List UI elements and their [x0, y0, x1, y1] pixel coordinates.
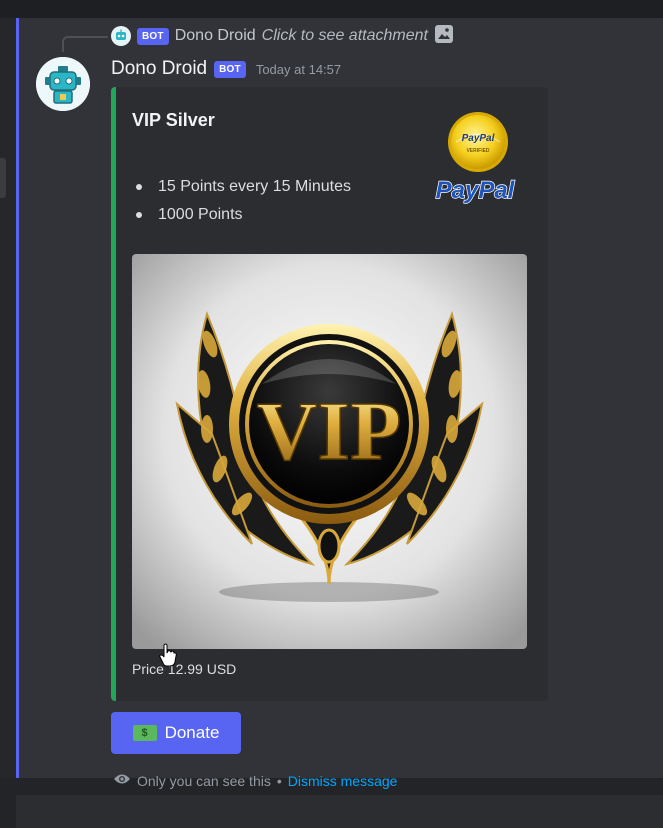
- embed-card: VIP Silver 15 Points every 15 Minutes 10…: [111, 87, 548, 701]
- embed-image[interactable]: VIP: [132, 254, 527, 649]
- embed-thumbnail[interactable]: PayPal VERIFIED PayPal: [415, 109, 535, 209]
- reply-text[interactable]: Click to see attachment: [262, 27, 428, 45]
- message-bot-tag: BOT: [214, 60, 246, 78]
- money-icon: $: [132, 725, 157, 741]
- paypal-logo: PayPal: [436, 177, 516, 204]
- embed-footer: Price 12.99 USD: [132, 661, 237, 677]
- composer-edge: [16, 795, 663, 828]
- ephemeral-text: Only you can see this: [137, 772, 271, 789]
- reply-bot-tag: BOT: [137, 27, 169, 45]
- top-bar: [0, 0, 663, 18]
- image-icon[interactable]: [434, 24, 454, 49]
- hand-cursor-icon: [159, 643, 177, 667]
- reply-avatar[interactable]: [111, 26, 131, 46]
- reply-connector: [62, 36, 108, 52]
- message-timestamp[interactable]: Today at 14:57: [256, 62, 341, 77]
- message-username[interactable]: Dono Droid: [111, 58, 207, 80]
- eye-icon: [113, 772, 131, 789]
- embed-list: 15 Points every 15 Minutes 1000 Points: [136, 177, 351, 233]
- ephemeral-note: Only you can see this • Dismiss message: [113, 772, 397, 789]
- list-item: 1000 Points: [136, 205, 351, 233]
- seal-text: PayPal: [462, 133, 495, 144]
- list-item: 15 Points every 15 Minutes: [136, 177, 351, 205]
- left-strip: [0, 18, 16, 778]
- vip-emblem-text: VIP: [257, 385, 402, 478]
- reply-username[interactable]: Dono Droid: [175, 27, 256, 45]
- donate-label: Donate: [164, 723, 220, 742]
- donate-button[interactable]: $ Donate: [111, 712, 241, 754]
- robot-avatar-icon[interactable]: [36, 57, 90, 111]
- embed-title: VIP Silver: [132, 110, 215, 130]
- reply-preview[interactable]: BOT Dono Droid Click to see attachment: [111, 24, 454, 49]
- message-highlight-bar: [16, 18, 19, 778]
- message-header: Dono Droid BOT Today at 14:57: [111, 56, 341, 82]
- dismiss-message-link[interactable]: Dismiss message: [288, 773, 398, 789]
- seal-verified-text: VERIFIED: [466, 148, 489, 154]
- ephemeral-separator: •: [276, 772, 282, 789]
